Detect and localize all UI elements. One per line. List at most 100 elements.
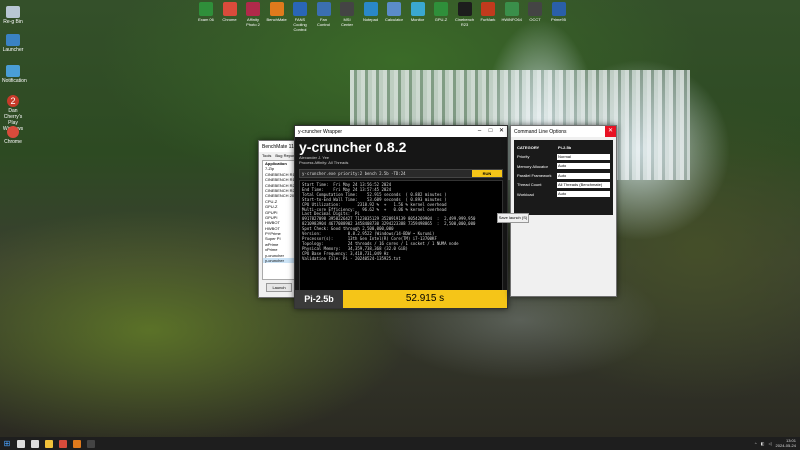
ycruncher-titlebar[interactable]: y-cruncher Wrapper – □ ✕ [295,126,507,137]
desktop-icon-top[interactable]: Monitor [408,2,428,22]
close-icon[interactable]: ✕ [605,126,616,137]
desktop-icon-top[interactable]: Exam 06 [196,2,216,22]
recycle-bin-icon [6,6,20,18]
desktop-icon-label: BenchMate [266,17,287,22]
desktop-icon-label: MSI Center [340,17,353,27]
option-label: Workload [517,191,534,197]
option-priority: Priority Normal [517,152,610,161]
command-bar: y-cruncher.exe priority:2 bench 2.5b -TD… [299,169,503,178]
menu-bug-report[interactable]: Bug Report [275,153,295,158]
app-icon [387,2,401,16]
taskbar-app[interactable] [28,439,42,448]
desktop-icon-label: Chrome [4,139,22,145]
explorer-icon [45,439,53,448]
desktop-icon-top[interactable]: Fan Control [314,2,334,27]
options-titlebar[interactable]: Command Line Options ✕ [511,126,616,137]
app-icon [246,2,260,16]
desktop-icon-top[interactable]: FurMark [478,2,498,22]
volume-icon[interactable]: ◁ [768,441,771,446]
desktop-icon-top[interactable]: MSI Center [337,2,357,27]
desktop-icon-launcher[interactable]: Launcher [2,34,24,53]
desktop-icon-top[interactable]: BenchMate [267,2,287,22]
menu-tools[interactable]: Tools [262,153,271,158]
chrome-icon [7,126,19,138]
command-line-options-window[interactable]: Command Line Options ✕ CATEGORY Pi-2.5b … [497,125,617,297]
console-output: Start Time: Fri May 24 13:56:52 2024 End … [299,180,503,292]
app-icon [293,2,307,16]
benchmark-list[interactable]: Application 7-ZipCINEBENCH R11.5CINEBENC… [262,160,296,280]
desktop-icon-top[interactable]: Calculator [384,2,404,22]
desktop-icon-notification[interactable]: Notification [2,65,27,84]
desktop-icon-label: Chrome [222,17,237,22]
desktop-icon-recycle-bin[interactable]: Re-g Bin [2,6,24,25]
priority-select[interactable]: Normal [557,153,610,160]
desktop-icon-label: GPU-Z [434,17,448,22]
options-header: CATEGORY Pi-2.5b [517,143,610,152]
list-item[interactable]: y-cruncher [263,258,295,264]
parallel-framework-select[interactable]: Auto [557,172,610,179]
taskbar-app[interactable] [42,439,56,448]
option-label: Memory Allocator [517,163,548,169]
taskbar-app[interactable] [56,439,70,448]
command-input[interactable]: y-cruncher.exe priority:2 bench 2.5b -TD… [300,170,472,177]
desktop-icon-top[interactable]: HWiNFO64 [502,2,522,22]
desktop-icon-top[interactable]: FANS Cooling Control [290,2,310,32]
desktop-icon-top[interactable]: Chrome [220,2,240,22]
benchmate-titlebar[interactable]: BenchMate 11 [259,141,299,152]
run-button[interactable]: RUN [472,170,502,177]
app-icon [528,2,542,16]
search-icon [17,439,25,448]
maximize-icon[interactable]: □ [485,126,496,137]
desktop-icon-chrome[interactable]: Chrome [2,126,24,145]
memory-allocator-select[interactable]: Auto [557,163,610,170]
ycruncher-window[interactable]: y-cruncher Wrapper – □ ✕ y-cruncher 0.8.… [294,125,508,309]
option-thread-count: Thread Count All Threads (Benchmate) [517,180,610,189]
save-launch-button[interactable]: Save launch (S) [497,213,529,223]
category-value: Pi-2.5b [558,144,572,150]
app-icon [481,2,495,16]
taskbar-app[interactable] [70,439,84,448]
app-icon [551,2,566,16]
launch-button[interactable]: Launch [266,283,292,292]
list-item[interactable]: CINEBENCH 2024 [263,193,295,198]
app-icon [457,2,472,16]
thread-count-select[interactable]: All Threads (Benchmate) [557,181,610,188]
network-icon[interactable]: ◧ [761,441,765,446]
list-item[interactable]: CINEBENCH R15 [263,177,295,182]
app-icon [222,2,237,16]
desktop-icon-label: Cinebench R23 [454,17,475,27]
option-memory-allocator: Memory Allocator Auto [517,162,610,171]
clock[interactable]: 13:01 2024-05-24 [776,438,796,448]
desktop-icon-label: Notification [2,78,27,84]
option-workload: Workload Auto [517,189,610,198]
desktop-icon-top[interactable]: GPU-Z [431,2,451,22]
desktop-icon-label: FANS Cooling Control [293,17,307,32]
benchmate-menu: Tools Bug Report [259,152,299,159]
desktop-icon-top[interactable]: Affinity Photo 2 [243,2,263,27]
taskbar: ⊞ ^ ◧ ◁ 13:01 2024-05-24 [0,437,800,450]
desktop-icon-label: FurMark [480,17,496,22]
desktop-icon-label: Notepad [362,17,379,22]
window-title: y-cruncher Wrapper [298,128,343,135]
desktop-icon-top[interactable]: Notepad [361,2,381,22]
affinity-text: Process Affinity: All Threads [299,160,349,165]
app-icon [410,2,425,16]
taskbar-app[interactable] [14,439,28,448]
workload-select[interactable]: Auto [557,191,610,198]
desktop-icon-top[interactable]: Prime95 [549,2,569,22]
minimize-icon[interactable]: – [474,126,485,137]
app-icon [434,2,448,16]
notification-icon [6,65,20,77]
app-icon [504,2,519,16]
chevron-up-icon[interactable]: ^ [755,441,757,446]
desktop-icon-top[interactable]: Cinebench R23 [455,2,475,27]
taskbar-app[interactable] [84,439,98,448]
close-icon[interactable]: ✕ [496,126,507,137]
system-tray: ^ ◧ ◁ 13:01 2024-05-24 [755,438,800,448]
desktop-icon-top[interactable]: OCCT [525,2,545,22]
desktop-icon-label: Exam 06 [198,17,214,22]
app-icon [269,2,284,16]
task-view-icon [31,439,39,448]
windows-start-icon[interactable]: ⊞ [0,439,14,448]
taskbar-apps [14,439,98,448]
